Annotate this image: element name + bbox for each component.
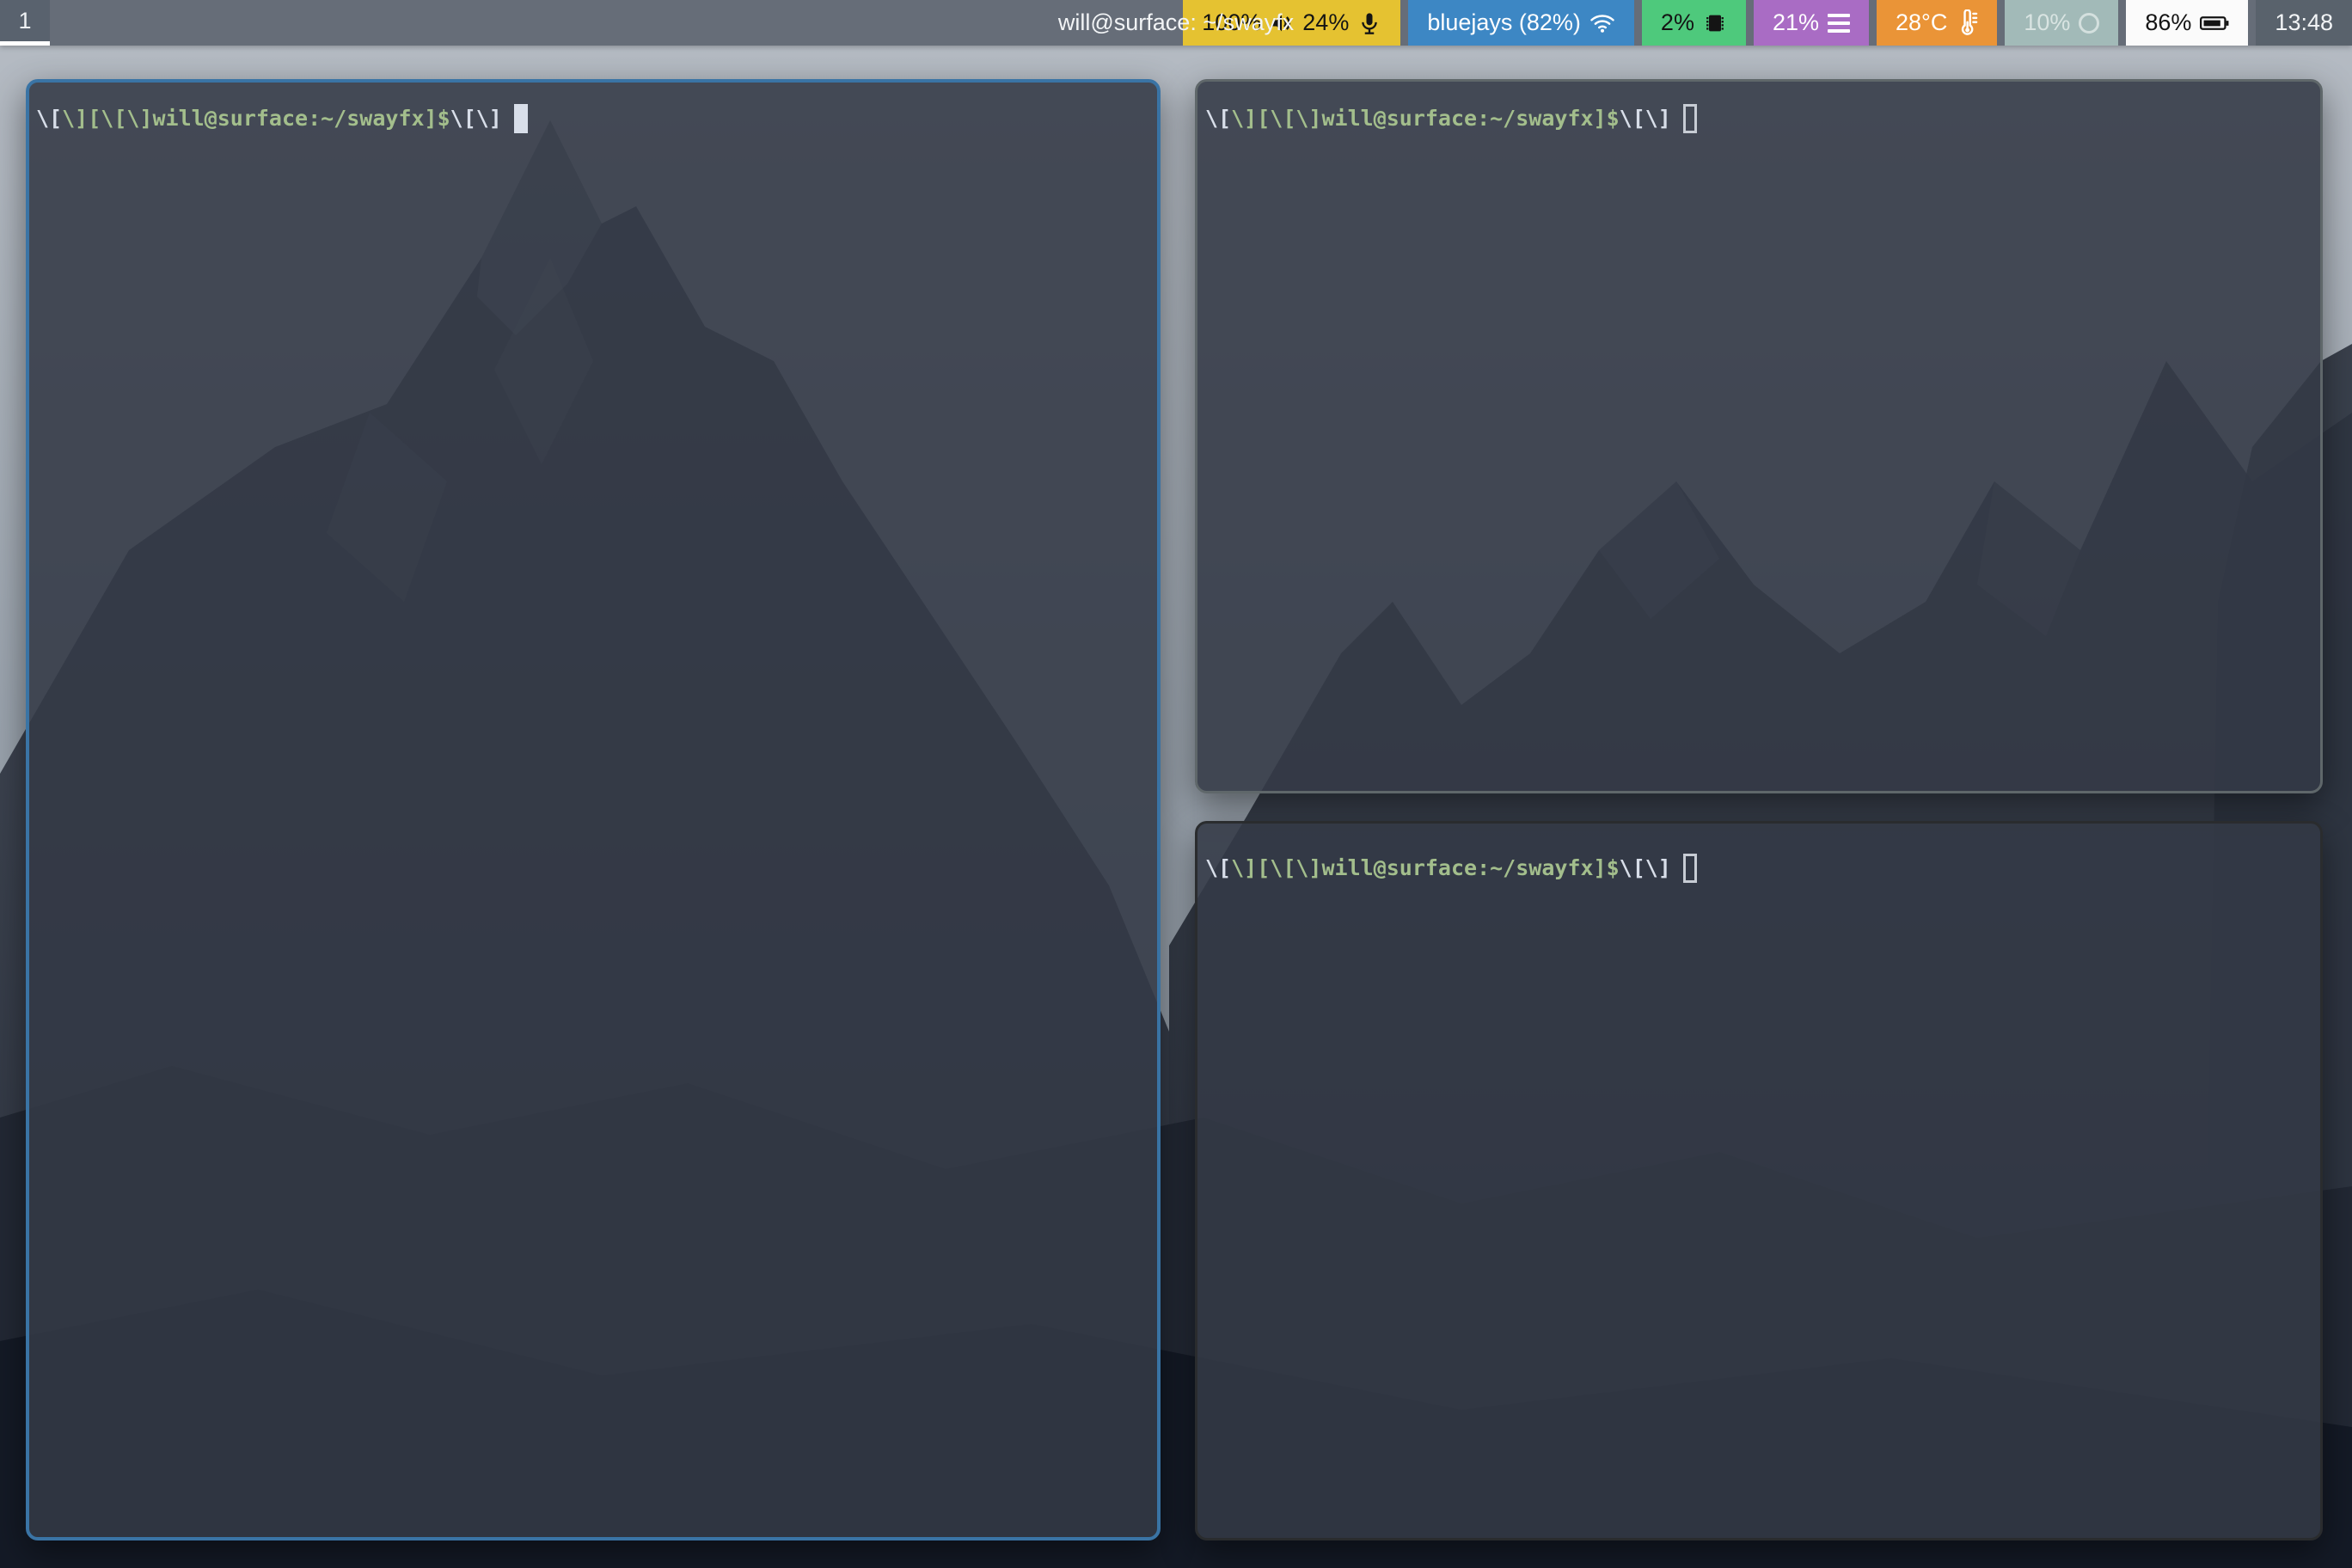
cpu-module[interactable]: 2%: [1642, 0, 1746, 46]
terminal-window-bottom-right[interactable]: \[\][\[\]will@surface:~/swayfx]$\[\]: [1195, 821, 2323, 1540]
wifi-icon: [1589, 12, 1615, 34]
wifi-ssid-strength: bluejays (82%): [1427, 9, 1581, 36]
prompt-escape-post: \[\]: [1620, 853, 1671, 884]
battery-level: 86%: [2145, 9, 2191, 36]
microphone-icon: [1357, 11, 1381, 35]
prompt-escape-post: \[\]: [1620, 103, 1671, 134]
terminal-cursor: [514, 104, 528, 133]
status-modules: 100% 24% bluejays (82%): [1183, 0, 2352, 46]
battery-icon: [2200, 15, 2229, 32]
circle-icon: [2079, 13, 2099, 34]
shell-prompt: \[\][\[\]will@surface:~/swayfx]$\[\]: [1205, 103, 2312, 134]
prompt-escape-pre: \[: [1205, 103, 1231, 134]
prompt-user-host: will@surface:~/swayfx]$: [152, 103, 450, 134]
battery-module[interactable]: 86%: [2126, 0, 2248, 46]
microphone-level: 24%: [1302, 9, 1349, 36]
prompt-escape-mid: \][\[\]: [1231, 853, 1321, 884]
disk-module[interactable]: 10%: [2005, 0, 2118, 46]
volume-module[interactable]: 100% 24%: [1183, 0, 1400, 46]
speaker-icon: [1270, 11, 1294, 35]
terminal-window-top-right[interactable]: \[\][\[\]will@surface:~/swayfx]$\[\]: [1195, 79, 2323, 793]
prompt-user-host: will@surface:~/swayfx]$: [1321, 853, 1619, 884]
chip-icon: [1703, 11, 1727, 35]
memory-usage: 21%: [1773, 9, 1819, 36]
wifi-module[interactable]: bluejays (82%): [1408, 0, 1634, 46]
workspace-button-1[interactable]: 1: [0, 0, 50, 46]
prompt-escape-mid: \][\[\]: [1231, 103, 1321, 134]
status-bar: will@surface: ~/swayfx 1 100% 24%: [0, 0, 2352, 46]
terminal-cursor: [1683, 854, 1697, 883]
clock-time: 13:48: [2275, 9, 2333, 36]
memory-module[interactable]: 21%: [1754, 0, 1869, 46]
shell-prompt: \[\][\[\]will@surface:~/swayfx]$\[\]: [1205, 853, 2312, 884]
menu-bars-icon: [1828, 14, 1850, 33]
temperature-value: 28°C: [1896, 9, 1947, 36]
thermometer-icon: [1956, 9, 1978, 37]
terminal-window-focused[interactable]: \[\][\[\]will@surface:~/swayfx]$\[\]: [26, 79, 1161, 1540]
temperature-module[interactable]: 28°C: [1877, 0, 1997, 46]
disk-usage: 10%: [2024, 9, 2070, 36]
prompt-escape-pre: \[: [1205, 853, 1231, 884]
prompt-user-host: will@surface:~/swayfx]$: [1321, 103, 1619, 134]
volume-level: 100%: [1202, 9, 1261, 36]
cpu-usage: 2%: [1661, 9, 1694, 36]
prompt-escape-post: \[\]: [450, 103, 502, 134]
shell-prompt: \[\][\[\]will@surface:~/swayfx]$\[\]: [36, 103, 1150, 134]
terminal-cursor: [1683, 104, 1697, 133]
prompt-escape-mid: \][\[\]: [62, 103, 152, 134]
workspace-label: 1: [18, 8, 31, 34]
prompt-escape-pre: \[: [36, 103, 62, 134]
clock-module[interactable]: 13:48: [2256, 0, 2352, 46]
